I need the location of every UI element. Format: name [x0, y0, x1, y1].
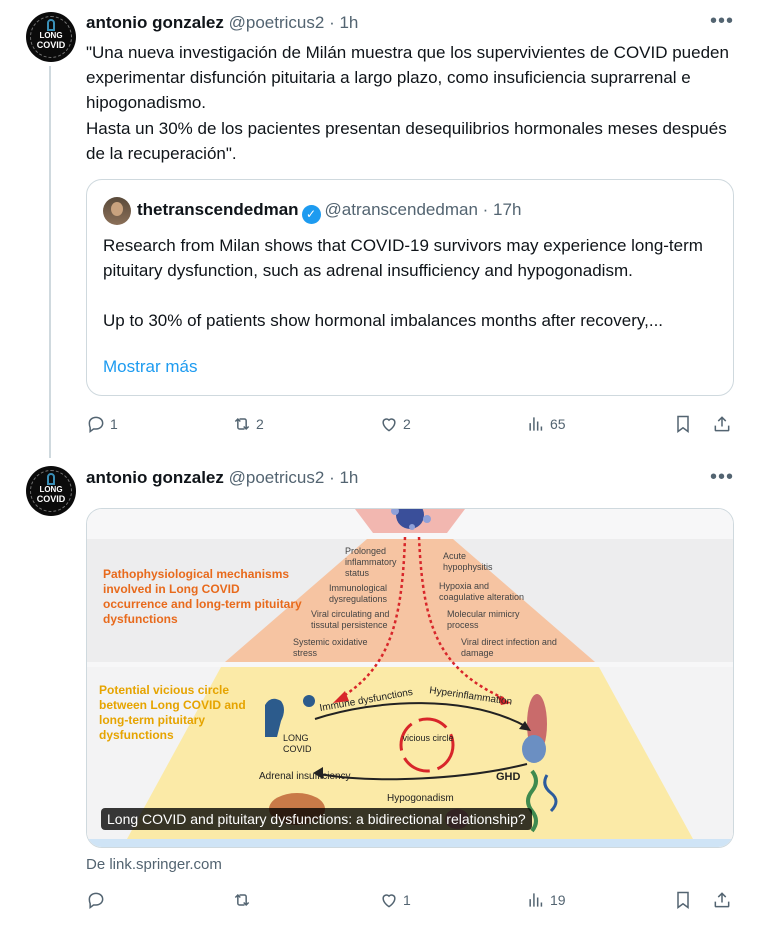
mechanism-right-3: Molecular mimicry process	[447, 609, 520, 630]
figure-heading-mechanisms: Pathophysiological mechanisms involved i…	[103, 567, 302, 626]
views-button[interactable]: 19	[526, 888, 566, 912]
quoted-header: thetranscendedman ✓ @atranscendedman · 17h	[137, 200, 521, 224]
tweet-text-line-2: Hasta un 30% de los pacientes presentan …	[86, 118, 727, 163]
reply-icon	[88, 892, 104, 909]
avatar[interactable]: LONG COVID	[26, 466, 76, 516]
share-button[interactable]	[712, 888, 732, 912]
timestamp[interactable]: 1h	[339, 13, 358, 32]
awareness-ribbon-icon	[47, 473, 55, 485]
mechanism-right-4: Viral direct infection and damage	[461, 637, 557, 658]
mechanism-left-3: Viral circulating and tissutal persisten…	[311, 609, 390, 630]
repost-count: 2	[256, 416, 264, 432]
media-card-image[interactable]: Pathophysiological mechanisms involved i…	[86, 508, 734, 848]
bookmark-icon	[677, 415, 689, 433]
label-adrenal-insufficiency: Adrenal insufficiency	[259, 771, 351, 782]
repost-icon	[234, 417, 250, 431]
like-button[interactable]: 2	[379, 412, 411, 436]
image-caption: Long COVID and pituitary dysfunctions: a…	[101, 808, 532, 830]
share-icon	[714, 892, 730, 908]
heart-icon	[382, 418, 396, 432]
tweet-1[interactable]: LONG COVID antonio gonzalez @poetricus2 …	[0, 0, 764, 460]
avatar[interactable]: LONG COVID	[26, 12, 76, 62]
reply-count: 1	[110, 416, 118, 432]
share-icon	[714, 416, 730, 432]
action-bar: 1 2 2 65	[86, 412, 736, 436]
views-chart-icon	[529, 893, 543, 907]
label-ghd: GHD	[496, 771, 521, 783]
timestamp[interactable]: 1h	[339, 468, 358, 487]
label-vicious-circle: vicious circle	[402, 733, 454, 743]
views-count: 19	[550, 892, 566, 908]
mechanism-left-4: Systemic oxidative stress	[293, 637, 368, 658]
separator-dot: ·	[329, 468, 335, 487]
author-name[interactable]: antonio gonzalez	[86, 468, 224, 487]
quoted-text: Research from Milan shows that COVID-19 …	[103, 233, 721, 334]
heart-icon	[382, 894, 396, 908]
mechanism-left-2: Immunological dysregulations	[329, 583, 388, 604]
bookmark-icon	[677, 891, 689, 909]
like-count: 2	[403, 416, 411, 432]
reply-button[interactable]: 1	[86, 412, 118, 436]
mechanism-right-2: Hypoxia and coagulative alteration	[439, 581, 525, 602]
mechanism-left-1: Prolonged inflammatory status	[345, 546, 397, 578]
repost-icon	[234, 893, 250, 907]
avatar-text-covid: COVID	[36, 40, 66, 50]
quoted-author-handle[interactable]: @atranscendedman	[325, 200, 478, 219]
figure-heading-vicious-circle: Potential vicious circle between Long CO…	[99, 683, 246, 742]
link-source[interactable]: De link.springer.com	[86, 856, 222, 873]
avatar-text-long: LONG	[39, 485, 63, 494]
author-handle[interactable]: @poetricus2	[229, 468, 325, 487]
views-chart-icon	[529, 417, 543, 431]
reply-icon	[88, 416, 104, 433]
more-options-icon[interactable]: •••	[710, 466, 734, 489]
tweet-text: "Una nueva investigación de Milán muestr…	[86, 40, 736, 166]
quoted-paragraph-1: Research from Milan shows that COVID-19 …	[103, 236, 703, 281]
quoted-paragraph-2: Up to 30% of patients show hormonal imba…	[103, 311, 664, 331]
reply-button[interactable]	[86, 888, 110, 912]
author-handle[interactable]: @poetricus2	[229, 13, 325, 32]
quoted-avatar[interactable]	[103, 197, 131, 225]
tweet-header: antonio gonzalez @poetricus2 · 1h	[86, 468, 358, 488]
repost-button[interactable]	[232, 888, 256, 912]
quoted-timestamp[interactable]: 17h	[493, 200, 521, 219]
mechanism-right-1: Acute hypophysitis	[443, 551, 493, 572]
quoted-author-name[interactable]: thetranscendedman	[137, 200, 299, 219]
show-more-link[interactable]: Mostrar más	[103, 357, 197, 377]
bookmark-button[interactable]	[673, 888, 693, 912]
avatar-text-long: LONG	[39, 31, 63, 40]
repost-button[interactable]: 2	[232, 412, 264, 436]
separator-dot: ·	[482, 200, 489, 219]
verified-badge-icon: ✓	[301, 205, 321, 224]
label-hypogonadism: Hypogonadism	[387, 793, 454, 804]
avatar-text-covid: COVID	[36, 494, 66, 504]
separator-dot: ·	[329, 13, 335, 32]
share-button[interactable]	[712, 412, 732, 436]
action-bar: 1 19	[86, 888, 736, 912]
bookmark-button[interactable]	[673, 412, 693, 436]
views-count: 65	[550, 416, 566, 432]
author-name[interactable]: antonio gonzalez	[86, 13, 224, 32]
quoted-tweet-card[interactable]: thetranscendedman ✓ @atranscendedman · 17h…	[86, 179, 734, 396]
tweet-2[interactable]: LONG COVID antonio gonzalez @poetricus2 …	[0, 460, 764, 930]
like-button[interactable]: 1	[379, 888, 411, 912]
views-button[interactable]: 65	[526, 412, 566, 436]
more-options-icon[interactable]: •••	[710, 10, 734, 33]
label-long-covid: LONG COVID	[283, 733, 312, 754]
awareness-ribbon-icon	[47, 19, 55, 31]
like-count: 1	[403, 892, 411, 908]
tweet-text-line-1: "Una nueva investigación de Milán muestr…	[86, 43, 729, 113]
tweet-header: antonio gonzalez @poetricus2 · 1h	[86, 13, 358, 33]
